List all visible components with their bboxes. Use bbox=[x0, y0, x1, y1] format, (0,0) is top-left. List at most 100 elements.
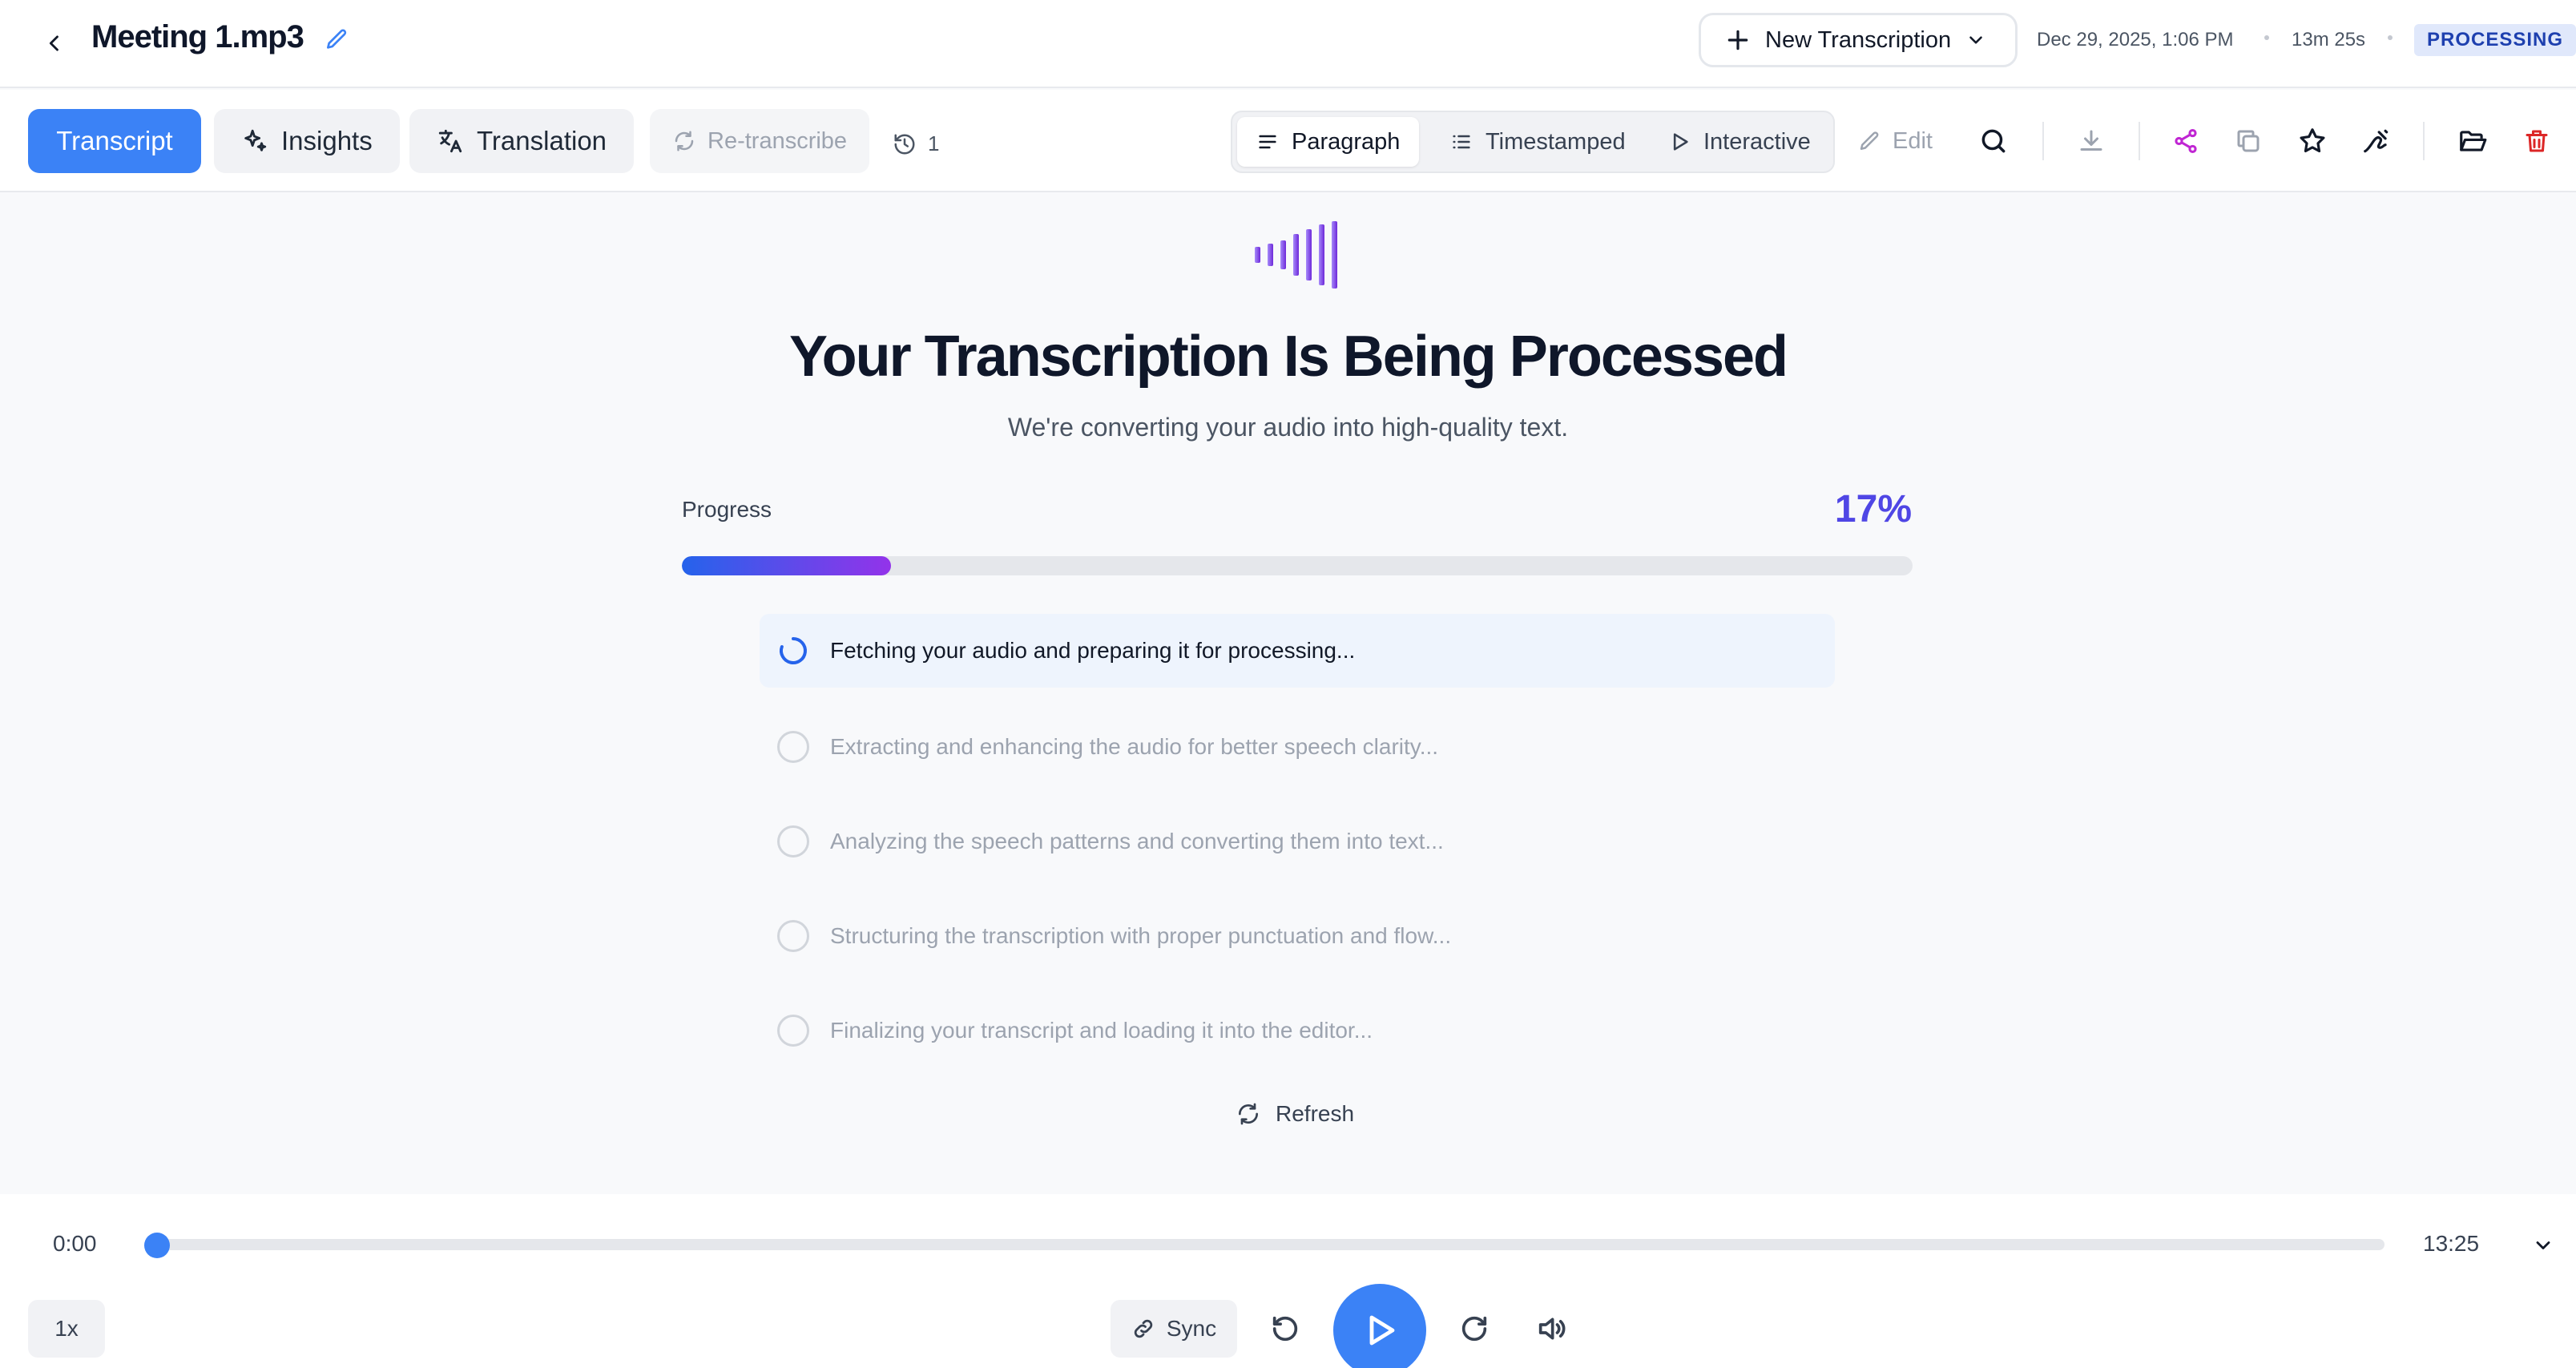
rewind-button[interactable] bbox=[1266, 1309, 1304, 1348]
search-icon bbox=[1981, 129, 2006, 153]
retranscribe-button[interactable]: Re-transcribe bbox=[650, 109, 870, 173]
folder-open-icon bbox=[2460, 131, 2487, 151]
status-badge: PROCESSING bbox=[2414, 24, 2576, 56]
forward-icon bbox=[1461, 1316, 1487, 1342]
pending-circle-icon bbox=[777, 825, 809, 858]
tab-transcript[interactable]: Transcript bbox=[28, 109, 201, 173]
play-icon bbox=[1369, 1315, 1395, 1346]
refresh-label: Refresh bbox=[1276, 1101, 1355, 1126]
plus-icon bbox=[1727, 30, 1748, 50]
download-button[interactable] bbox=[2072, 122, 2110, 160]
sign-button[interactable] bbox=[2357, 122, 2396, 160]
share-button[interactable] bbox=[2167, 122, 2205, 160]
audio-duration: 13m 25s bbox=[2292, 29, 2366, 50]
current-time: 0:00 bbox=[53, 1231, 97, 1256]
seek-handle[interactable] bbox=[144, 1233, 170, 1258]
forward-button[interactable] bbox=[1455, 1309, 1494, 1348]
tab-transcript-label: Transcript bbox=[56, 126, 173, 155]
meta-separator bbox=[2388, 35, 2393, 40]
download-icon bbox=[2080, 130, 2102, 151]
chevron-left-icon bbox=[49, 35, 58, 51]
processing-subtitle: We're converting your audio into high-qu… bbox=[1007, 413, 1569, 442]
view-mode-group: Paragraph Timestamped Interactive bbox=[1231, 111, 1835, 173]
rewind-icon bbox=[1272, 1316, 1298, 1342]
favorite-button[interactable] bbox=[2293, 122, 2332, 160]
sync-label: Sync bbox=[1166, 1316, 1217, 1341]
trash-icon bbox=[2526, 130, 2548, 152]
history-icon bbox=[894, 134, 915, 154]
pending-circle-icon bbox=[777, 731, 809, 763]
tab-insights[interactable]: Insights bbox=[214, 109, 400, 173]
view-interactive-label: Interactive bbox=[1703, 128, 1811, 155]
step-text: Extracting and enhancing the audio for b… bbox=[830, 734, 1439, 759]
rename-button[interactable] bbox=[320, 24, 353, 56]
chevron-down-icon bbox=[2536, 1241, 2550, 1249]
file-title: Meeting 1.mp3 bbox=[91, 19, 304, 54]
collapse-player-button[interactable] bbox=[2526, 1228, 2561, 1263]
sparkle-icon bbox=[244, 129, 267, 151]
toolbar-divider bbox=[2423, 122, 2425, 160]
seek-bar[interactable] bbox=[157, 1239, 2385, 1250]
step-text: Analyzing the speech patterns and conver… bbox=[830, 829, 1444, 853]
back-button[interactable] bbox=[35, 24, 74, 63]
delete-button[interactable] bbox=[2518, 122, 2556, 160]
play-outline-icon bbox=[1673, 133, 1688, 151]
step-item: Fetching your audio and preparing it for… bbox=[760, 614, 1835, 688]
step-text: Finalizing your transcript and loading i… bbox=[830, 1018, 1373, 1043]
toolbar-divider bbox=[2042, 122, 2044, 160]
progress-bar-fill bbox=[682, 556, 892, 575]
view-paragraph[interactable]: Paragraph bbox=[1237, 117, 1420, 167]
step-text: Structuring the transcription with prope… bbox=[830, 923, 1452, 948]
tab-translation[interactable]: Translation bbox=[409, 109, 635, 173]
refresh-icon bbox=[1239, 1103, 1258, 1125]
chevron-down-icon bbox=[1969, 36, 1982, 44]
playback-speed-button[interactable]: 1x bbox=[28, 1300, 105, 1358]
paragraph-icon bbox=[1259, 135, 1276, 149]
progress-label: Progress bbox=[682, 497, 772, 522]
total-time: 13:25 bbox=[2423, 1231, 2480, 1256]
meta-separator bbox=[2264, 35, 2269, 40]
link-icon bbox=[1134, 1319, 1153, 1338]
pending-circle-icon bbox=[777, 1015, 809, 1047]
signature-icon bbox=[2364, 129, 2389, 153]
view-paragraph-label: Paragraph bbox=[1292, 128, 1401, 155]
tab-translation-label: Translation bbox=[477, 126, 607, 155]
volume-button[interactable] bbox=[1532, 1309, 1570, 1348]
pencil-icon bbox=[1860, 131, 1879, 150]
created-date: Dec 29, 2025, 1:06 PM bbox=[2037, 29, 2234, 50]
play-button[interactable] bbox=[1333, 1284, 1426, 1368]
copy-button[interactable] bbox=[2229, 122, 2268, 160]
search-button[interactable] bbox=[1974, 122, 2013, 160]
list-icon bbox=[1453, 135, 1470, 149]
star-icon bbox=[2300, 128, 2325, 153]
history-count: 1 bbox=[928, 131, 940, 155]
progress-percent: 17% bbox=[1834, 488, 1912, 531]
toolbar-divider bbox=[2139, 122, 2140, 160]
view-timestamped-label: Timestamped bbox=[1486, 128, 1626, 155]
spinner-icon bbox=[780, 637, 807, 664]
waveform-icon bbox=[1255, 221, 1337, 289]
refresh-button[interactable]: Refresh bbox=[1236, 1101, 1354, 1127]
step-item: Structuring the transcription with prope… bbox=[760, 899, 1835, 973]
step-text: Fetching your audio and preparing it for… bbox=[830, 638, 1356, 663]
pencil-icon bbox=[327, 29, 347, 49]
tab-insights-label: Insights bbox=[281, 126, 373, 155]
pending-circle-icon bbox=[777, 920, 809, 952]
history-button[interactable]: 1 bbox=[893, 131, 939, 156]
progress-bar bbox=[682, 556, 1913, 575]
step-item: Extracting and enhancing the audio for b… bbox=[760, 710, 1835, 784]
retranscribe-label: Re-transcribe bbox=[707, 127, 848, 154]
new-transcription-button[interactable]: New Transcription bbox=[1699, 13, 2018, 67]
audio-player: 0:00 13:25 1x Sync bbox=[0, 1194, 2576, 1368]
header: Meeting 1.mp3 New Transcription Dec 29, … bbox=[0, 0, 2576, 88]
edit-button[interactable]: Edit bbox=[1857, 128, 1933, 155]
share-icon bbox=[2175, 128, 2197, 154]
sync-button[interactable]: Sync bbox=[1111, 1300, 1237, 1358]
step-item: Finalizing your transcript and loading i… bbox=[760, 994, 1835, 1067]
processing-title: Your Transcription Is Being Processed bbox=[788, 325, 1788, 389]
move-to-folder-button[interactable] bbox=[2453, 122, 2492, 160]
volume-icon bbox=[1538, 1318, 1566, 1340]
view-timestamped[interactable]: Timestamped bbox=[1431, 117, 1645, 167]
view-interactive[interactable]: Interactive bbox=[1649, 117, 1830, 167]
copy-icon bbox=[2237, 130, 2260, 152]
